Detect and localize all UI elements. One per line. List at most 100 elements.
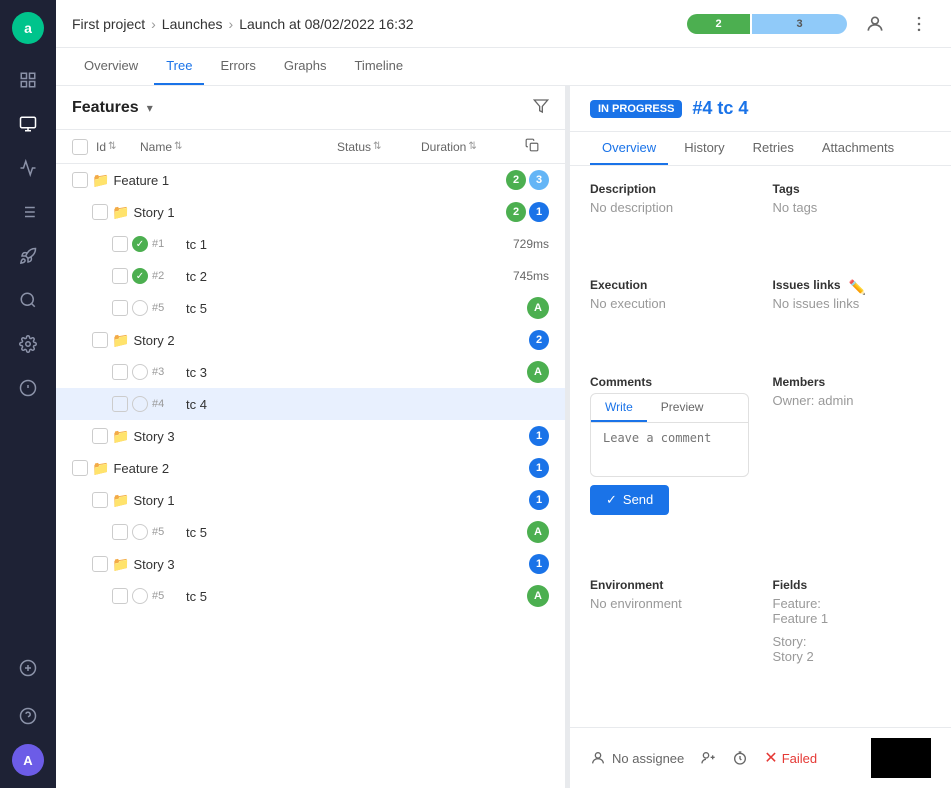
list-item[interactable]: 📁 Story 3 1: [56, 548, 565, 580]
status-circle: [132, 396, 148, 412]
th-id[interactable]: Id ⇅: [96, 140, 136, 154]
row-checkbox[interactable]: [112, 236, 128, 252]
tab-detail-overview[interactable]: Overview: [590, 132, 668, 165]
row-name: Story 1: [133, 205, 502, 220]
app-logo[interactable]: a: [12, 12, 44, 44]
list-item[interactable]: ✓ #1 tc 1 729ms: [56, 228, 565, 260]
list-item[interactable]: #4 tc 4: [56, 388, 565, 420]
issues-links-header: Issues links ✏️: [773, 278, 932, 296]
th-copy[interactable]: [525, 138, 549, 155]
resize-handle[interactable]: [566, 86, 570, 788]
failed-label: Failed: [782, 751, 817, 766]
breadcrumb-launches[interactable]: Launches: [162, 16, 223, 32]
badge-green: 2: [506, 202, 526, 222]
row-checkbox[interactable]: [112, 300, 128, 316]
failed-badge[interactable]: ✕ Failed: [764, 748, 817, 768]
list-item[interactable]: 📁 Story 3 1: [56, 420, 565, 452]
features-header: Features ▾: [56, 86, 565, 130]
status-circle: [132, 364, 148, 380]
nav-tabs: Overview Tree Errors Graphs Timeline: [56, 48, 951, 86]
badge-blue: 1: [529, 426, 549, 446]
row-checkbox[interactable]: [112, 396, 128, 412]
features-chevron-icon[interactable]: ▾: [147, 101, 153, 115]
th-duration-sort-icon: ⇅: [468, 141, 476, 152]
row-id: #5: [152, 590, 182, 602]
tags-value: No tags: [773, 200, 932, 215]
list-item[interactable]: #5 tc 5 A: [56, 580, 565, 612]
sidebar-item-integration[interactable]: [8, 368, 48, 408]
assignee-button[interactable]: No assignee: [590, 750, 684, 766]
breadcrumb-launch[interactable]: Launch at 08/02/2022 16:32: [239, 16, 413, 32]
members-section: Members Owner: admin: [773, 375, 932, 562]
row-checkbox[interactable]: [112, 524, 128, 540]
th-name[interactable]: Name ⇅: [140, 140, 333, 154]
row-checkbox[interactable]: [92, 492, 108, 508]
tab-timeline[interactable]: Timeline: [342, 48, 415, 85]
sidebar-item-dashboard[interactable]: [8, 104, 48, 144]
add-member-button[interactable]: [700, 750, 716, 766]
tab-detail-history[interactable]: History: [672, 132, 736, 165]
row-checkbox[interactable]: [112, 268, 128, 284]
list-item[interactable]: #3 tc 3 A: [56, 356, 565, 388]
comment-tab-write[interactable]: Write: [591, 394, 647, 422]
avatar: A: [527, 521, 549, 543]
th-checkbox[interactable]: [72, 139, 92, 155]
row-checkbox[interactable]: [72, 172, 88, 188]
sidebar-add-button[interactable]: [8, 648, 48, 688]
bottom-bar: No assignee ✕ Failed: [570, 727, 951, 788]
tree-panel: Features ▾ Id ⇅ Name ⇅ S: [56, 86, 566, 788]
list-item[interactable]: 📁 Story 1 1: [56, 484, 565, 516]
more-options-icon[interactable]: [903, 8, 935, 40]
list-item[interactable]: ✓ #2 tc 2 745ms: [56, 260, 565, 292]
row-checkbox[interactable]: [72, 460, 88, 476]
th-duration[interactable]: Duration ⇅: [421, 140, 521, 154]
timer-button[interactable]: [732, 750, 748, 766]
filter-icon[interactable]: [533, 98, 549, 117]
content-area: Features ▾ Id ⇅ Name ⇅ S: [56, 86, 951, 788]
sidebar-item-rocket[interactable]: [8, 236, 48, 276]
comment-input[interactable]: [591, 423, 748, 473]
row-checkbox[interactable]: [92, 204, 108, 220]
tab-tree[interactable]: Tree: [154, 48, 204, 85]
list-item[interactable]: 📁 Story 1 2 1: [56, 196, 565, 228]
sidebar-help[interactable]: [8, 696, 48, 736]
folder-icon: 📁: [112, 428, 129, 445]
th-id-sort-icon: ⇅: [108, 141, 116, 152]
tab-errors[interactable]: Errors: [208, 48, 267, 85]
sidebar-item-home[interactable]: [8, 60, 48, 100]
row-checkbox[interactable]: [112, 588, 128, 604]
th-status-sort-icon: ⇅: [373, 141, 381, 152]
list-item[interactable]: 📁 Feature 2 1: [56, 452, 565, 484]
row-name: tc 1: [186, 237, 475, 252]
breadcrumb-project[interactable]: First project: [72, 16, 145, 32]
badge-blue: 3: [529, 170, 549, 190]
send-button[interactable]: ✓ Send: [590, 485, 669, 515]
comment-tab-preview[interactable]: Preview: [647, 394, 718, 422]
th-name-label: Name: [140, 140, 172, 154]
sidebar-item-chart[interactable]: [8, 148, 48, 188]
user-icon[interactable]: [859, 8, 891, 40]
row-checkbox[interactable]: [112, 364, 128, 380]
edit-icon[interactable]: ✏️: [849, 279, 866, 296]
user-avatar[interactable]: A: [12, 744, 44, 776]
th-status[interactable]: Status ⇅: [337, 140, 417, 154]
tab-detail-retries[interactable]: Retries: [741, 132, 806, 165]
tab-detail-attachments[interactable]: Attachments: [810, 132, 906, 165]
row-checkbox[interactable]: [92, 556, 108, 572]
row-name: tc 4: [186, 397, 549, 412]
feature-field: Feature: Feature 1: [773, 596, 932, 626]
sidebar-item-settings[interactable]: [8, 324, 48, 364]
tags-label: Tags: [773, 182, 932, 196]
row-checkbox[interactable]: [92, 332, 108, 348]
list-item[interactable]: #5 tc 5 A: [56, 292, 565, 324]
list-item[interactable]: 📁 Feature 1 2 3: [56, 164, 565, 196]
list-item[interactable]: #5 tc 5 A: [56, 516, 565, 548]
row-checkbox[interactable]: [92, 428, 108, 444]
list-item[interactable]: 📁 Story 2 2: [56, 324, 565, 356]
sidebar-item-search[interactable]: [8, 280, 48, 320]
tab-overview[interactable]: Overview: [72, 48, 150, 85]
sidebar-item-list[interactable]: [8, 192, 48, 232]
folder-icon: 📁: [112, 556, 129, 573]
tab-graphs[interactable]: Graphs: [272, 48, 339, 85]
status-circle-passed: ✓: [132, 236, 148, 252]
